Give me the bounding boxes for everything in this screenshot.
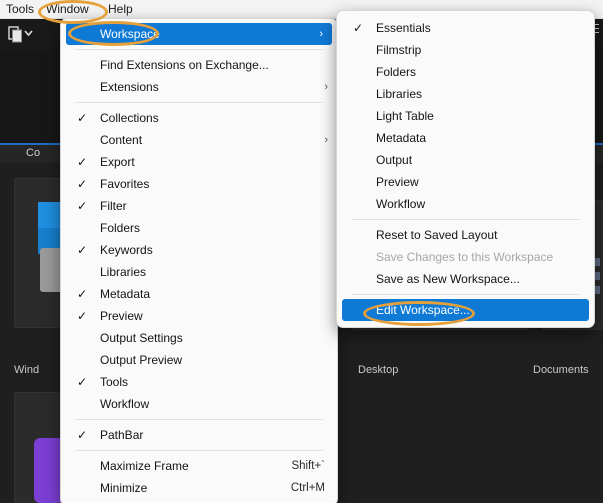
submenu-item-label: Save as New Workspace...	[376, 272, 520, 286]
menu-item-label: Filter	[100, 199, 127, 213]
panel-header-title: Co	[26, 147, 41, 159]
submenu-item-label: Preview	[376, 175, 419, 189]
submenu-item-filmstrip[interactable]: Filmstrip	[337, 39, 594, 61]
checkmark-icon: ✓	[76, 199, 88, 213]
menu-separator	[351, 219, 580, 220]
menu-separator	[75, 450, 323, 451]
thumbnail-label: Desktop	[358, 364, 399, 376]
menu-item-label: Collections	[100, 111, 159, 125]
menu-item-shortcut: Shift+`	[291, 460, 325, 472]
submenu-item-label: Save Changes to this Workspace	[376, 250, 554, 264]
menu-item-maximize-frame[interactable]: Maximize Frame Shift+`	[61, 455, 337, 477]
menu-item-favorites[interactable]: ✓ Favorites	[61, 173, 337, 195]
submenu-item-label: Metadata	[376, 131, 427, 145]
menu-item-pathbar[interactable]: ✓ PathBar	[61, 424, 337, 446]
checkmark-icon: ✓	[76, 375, 88, 389]
submenu-item-label: Libraries	[376, 87, 423, 101]
window-dropdown-menu: Workspace › Find Extensions on Exchange.…	[60, 18, 338, 503]
chevron-right-icon: ›	[324, 81, 328, 93]
menu-item-label: Favorites	[100, 177, 150, 191]
menu-item-extensions[interactable]: Extensions ›	[61, 76, 337, 98]
menu-item-libraries[interactable]: Libraries	[61, 261, 337, 283]
submenu-item-light-table[interactable]: Light Table	[337, 105, 594, 127]
submenu-item-output[interactable]: Output	[337, 149, 594, 171]
menu-item-find-extensions[interactable]: Find Extensions on Exchange...	[61, 54, 337, 76]
menu-item-folders[interactable]: Folders	[61, 217, 337, 239]
submenu-item-label: Reset to Saved Layout	[376, 228, 498, 242]
menu-item-workspace[interactable]: Workspace ›	[66, 23, 332, 45]
menu-item-label: Metadata	[100, 287, 151, 301]
menu-item-label: Extensions	[100, 80, 159, 94]
checkmark-icon: ✓	[76, 177, 88, 191]
menubar-item-window[interactable]: Window	[42, 1, 93, 17]
checkmark-icon: ✓	[76, 428, 88, 442]
menu-item-filter[interactable]: ✓ Filter	[61, 195, 337, 217]
window-label: Wind	[14, 364, 40, 376]
menu-item-label: Find Extensions on Exchange...	[100, 58, 269, 72]
workspace-submenu: ✓ Essentials Filmstrip Folders Libraries…	[336, 10, 595, 328]
checkmark-icon: ✓	[76, 243, 88, 257]
submenu-item-preview[interactable]: Preview	[337, 171, 594, 193]
thumbnail-label: Documents	[533, 364, 589, 376]
menu-item-label: Output Preview	[100, 353, 183, 367]
checkmark-icon: ✓	[76, 111, 88, 125]
menu-separator	[75, 102, 323, 103]
submenu-item-label: Light Table	[376, 109, 434, 123]
submenu-item-label: Output	[376, 153, 413, 167]
chevron-right-icon: ›	[319, 28, 323, 40]
menu-item-label: Libraries	[100, 265, 147, 279]
menu-item-output-preview[interactable]: Output Preview	[61, 349, 337, 371]
menu-item-keywords[interactable]: ✓ Keywords	[61, 239, 337, 261]
menu-item-label: Output Settings	[100, 331, 183, 345]
submenu-item-label: Workflow	[376, 197, 426, 211]
menu-item-label: Tools	[100, 375, 129, 389]
submenu-item-label: Filmstrip	[376, 43, 422, 57]
menubar-item-tools[interactable]: Tools	[2, 1, 38, 17]
menu-item-label: Workflow	[100, 397, 150, 411]
menu-item-shortcut: Ctrl+M	[290, 482, 325, 494]
copy-stack-icon[interactable]	[6, 26, 36, 44]
submenu-item-workflow[interactable]: Workflow	[337, 193, 594, 215]
menu-item-label: Maximize Frame	[100, 459, 189, 473]
menu-item-label: Content	[100, 133, 143, 147]
menu-item-label: Minimize	[100, 481, 148, 495]
menu-item-label: Preview	[100, 309, 143, 323]
submenu-item-label: Edit Workspace...	[376, 303, 470, 317]
menu-item-output-settings[interactable]: Output Settings	[61, 327, 337, 349]
menu-item-preview[interactable]: ✓ Preview	[61, 305, 337, 327]
submenu-item-metadata[interactable]: Metadata	[337, 127, 594, 149]
checkmark-icon: ✓	[76, 287, 88, 301]
screenshot-root: Co Wind Desktop Documents Tools Window H…	[0, 0, 603, 503]
submenu-item-edit-workspace[interactable]: Edit Workspace...	[342, 299, 589, 321]
menu-item-content[interactable]: Content ›	[61, 129, 337, 151]
menu-item-collections[interactable]: ✓ Collections	[61, 107, 337, 129]
menu-item-minimize[interactable]: Minimize Ctrl+M	[61, 477, 337, 499]
submenu-item-reset-to-saved-layout[interactable]: Reset to Saved Layout	[337, 224, 594, 246]
submenu-item-essentials[interactable]: ✓ Essentials	[337, 17, 594, 39]
menu-separator	[75, 49, 323, 50]
menu-item-label: PathBar	[100, 428, 144, 442]
submenu-item-save-changes: Save Changes to this Workspace	[337, 246, 594, 268]
menu-separator	[75, 419, 323, 420]
checkmark-icon: ✓	[352, 21, 364, 35]
submenu-item-save-as-new-workspace[interactable]: Save as New Workspace...	[337, 268, 594, 290]
menu-item-metadata[interactable]: ✓ Metadata	[61, 283, 337, 305]
submenu-item-label: Essentials	[376, 21, 431, 35]
menu-item-label: Workspace	[100, 27, 160, 41]
menubar-item-help[interactable]: Help	[104, 1, 137, 17]
submenu-item-libraries[interactable]: Libraries	[337, 83, 594, 105]
menu-item-tools[interactable]: ✓ Tools	[61, 371, 337, 393]
submenu-item-label: Folders	[376, 65, 417, 79]
submenu-item-folders[interactable]: Folders	[337, 61, 594, 83]
menu-item-label: Folders	[100, 221, 141, 235]
menu-separator	[351, 294, 580, 295]
menu-item-label: Keywords	[100, 243, 153, 257]
thumbnail-shape	[40, 248, 62, 292]
checkmark-icon: ✓	[76, 309, 88, 323]
menu-item-label: Export	[100, 155, 135, 169]
chevron-right-icon: ›	[324, 134, 328, 146]
menu-item-workflow[interactable]: Workflow	[61, 393, 337, 415]
checkmark-icon: ✓	[76, 155, 88, 169]
menu-item-export[interactable]: ✓ Export	[61, 151, 337, 173]
